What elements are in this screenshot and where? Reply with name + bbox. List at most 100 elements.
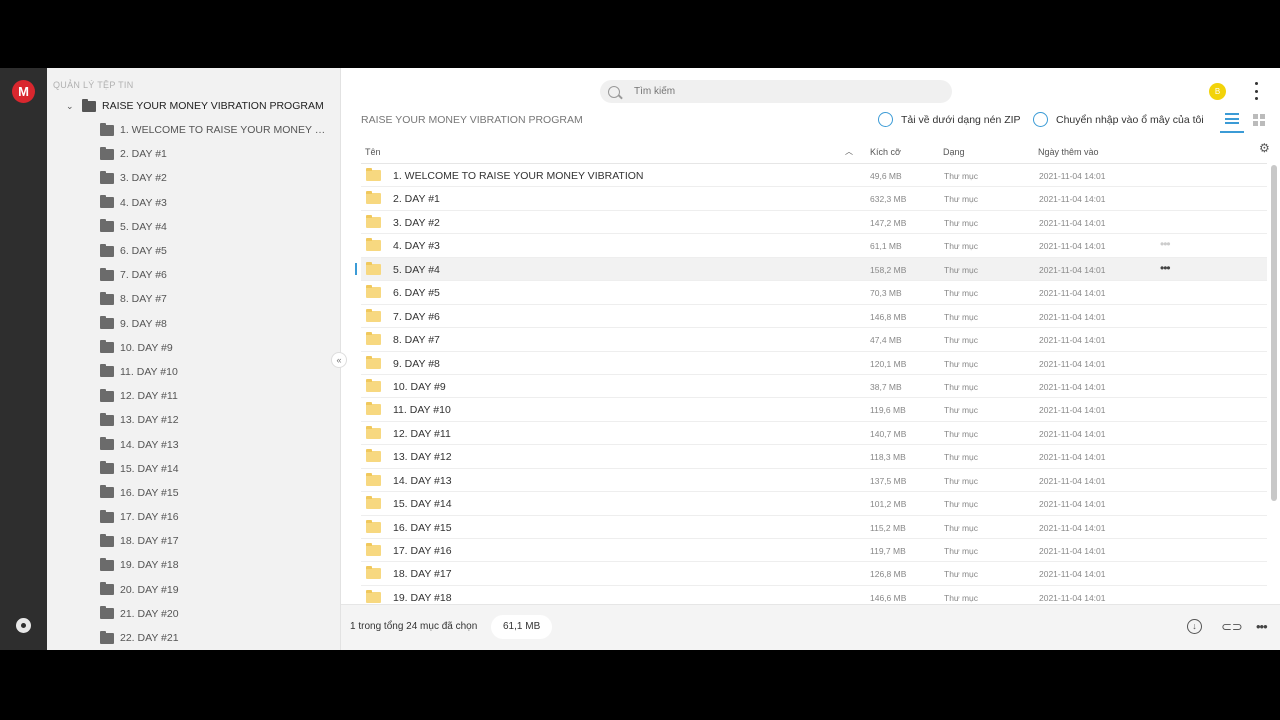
row-date: 2021-11-04 14:01 [1039,194,1106,205]
folder-icon [366,496,381,510]
table-row[interactable]: 3. DAY #2 147,2 MB Thư mục 2021-11-04 14:01 [361,211,1267,235]
row-type: Thư mục [944,358,979,369]
tree-item[interactable]: 9. DAY #8 [47,312,340,336]
folder-icon [366,589,381,603]
row-date: 2021-11-04 14:01 [1039,522,1106,533]
download-zip-button[interactable]: Tải về dưới dạng nén ZIP [878,112,1021,127]
table-row[interactable]: 7. DAY #6 146,8 MB Thư mục 2021-11-04 14:01 [361,305,1267,329]
link-icon[interactable]: ⊂⊃ [1221,619,1243,634]
tree-list: 1. WELCOME TO RAISE YOUR MONEY VIB... 2. … [47,118,340,650]
more-horizontal-icon[interactable]: ••• [1256,619,1271,634]
tree-item[interactable]: 4. DAY #3 [47,191,340,215]
mega-logo-icon[interactable]: M [12,80,35,103]
tree-item[interactable]: 18. DAY #17 [47,529,340,553]
table-row[interactable]: 18. DAY #17 126,8 MB Thư mục 2021-11-04 14:… [361,562,1267,586]
tree-item[interactable]: 3. DAY #2 [47,166,340,190]
row-date: 2021-11-04 14:01 [1039,217,1106,228]
chevron-down-icon[interactable]: ⌄ [66,101,78,112]
table-row[interactable]: 2. DAY #1 632,3 MB Thư mục 2021-11-04 14:01 [361,187,1267,211]
table-row[interactable]: 1. WELCOME TO RAISE YOUR MONEY VIBRATION… [361,164,1267,188]
folder-icon [100,388,114,402]
folder-icon [100,316,114,330]
table-row[interactable]: 9. DAY #8 120,1 MB Thư mục 2021-11-04 14:01 [361,352,1267,375]
tree-item-label: 6. DAY #5 [120,245,167,258]
row-name: 3. DAY #2 [393,216,440,229]
row-size: 38,7 MB [870,381,902,392]
tree-item[interactable]: 15. DAY #14 [47,457,340,481]
transfer-manager-icon[interactable] [16,618,31,633]
search-bar[interactable] [600,80,952,103]
tree-item-label: 5. DAY #4 [120,220,167,233]
tree-item[interactable]: 19. DAY #18 [47,553,340,577]
tree-item[interactable]: 20. DAY #19 [47,578,340,602]
tree-item[interactable]: 1. WELCOME TO RAISE YOUR MONEY VIB... [47,118,340,142]
tree-item-label: 16. DAY #15 [120,486,179,499]
download-icon[interactable]: ↓ [1187,619,1202,634]
tree-item-label: 21. DAY #20 [120,607,179,620]
tree-item[interactable]: 6. DAY #5 [47,239,340,263]
tree-item[interactable]: 10. DAY #9 [47,336,340,360]
search-input[interactable] [634,86,934,97]
table-row[interactable]: 17. DAY #16 119,7 MB Thư mục 2021-11-04 14:… [361,539,1267,563]
row-more-icon[interactable]: ••• [1160,238,1171,250]
folder-icon [100,267,114,281]
table-row[interactable]: 14. DAY #13 137,5 MB Thư mục 2021-11-04 14:… [361,469,1267,493]
tree-item[interactable]: 11. DAY #10 [47,360,340,384]
column-name[interactable]: Tên [365,147,381,157]
row-size: 47,4 MB [870,335,902,346]
row-type: Thư mục [944,405,979,416]
row-name: 16. DAY #15 [393,521,452,534]
table-row[interactable]: 11. DAY #10 119,6 MB Thư mục 2021-11-04 14:… [361,398,1267,422]
download-zip-label: Tải về dưới dạng nén ZIP [901,113,1021,126]
table-row[interactable]: 10. DAY #9 38,7 MB Thư mục 2021-11-04 14:01 [361,375,1267,399]
folder-icon [100,437,114,451]
tree-item-label: 20. DAY #19 [120,583,179,596]
table-row[interactable]: 6. DAY #5 70,3 MB Thư mục 2021-11-04 14:01 [361,281,1267,305]
tree-item-label: 11. DAY #10 [120,365,178,378]
tree-item[interactable]: 21. DAY #20 [47,602,340,626]
table-row[interactable]: 16. DAY #15 115,2 MB Thư mục 2021-11-04 14:… [361,516,1267,539]
sort-up-icon[interactable]: ︿ [845,146,853,157]
tree-item[interactable]: 8. DAY #7 [47,287,340,311]
column-size[interactable]: Kích cỡ [870,147,901,157]
column-type[interactable]: Dạng [943,147,965,157]
tree-item[interactable]: 17. DAY #16 [47,505,340,529]
table-row[interactable]: 5. DAY #4 158,2 MB Thư mục 2021-11-04 14:01… [355,257,1267,282]
table-row[interactable]: 12. DAY #11 140,7 MB Thư mục 2021-11-04 14:… [361,422,1267,446]
folder-icon [100,291,114,305]
import-cloud-button[interactable]: Chuyển nhập vào ổ mây của tôi [1033,112,1204,127]
tree-item[interactable]: 2. DAY #1 [47,142,340,166]
column-date[interactable]: Ngày thêm vào [1038,147,1099,157]
row-size: 118,3 MB [870,452,906,463]
tree-item[interactable]: 5. DAY #4 [47,215,340,239]
more-vertical-icon[interactable] [1254,82,1258,100]
tree-item[interactable]: 14. DAY #13 [47,432,340,456]
tree-item[interactable]: 13. DAY #12 [47,408,340,432]
scrollbar[interactable] [1271,165,1277,501]
tree-root-item[interactable]: ⌄ RAISE YOUR MONEY VIBRATION PROGRAM [47,95,340,117]
table-row[interactable]: 13. DAY #12 118,3 MB Thư mục 2021-11-04 14:… [361,445,1267,469]
row-date: 2021-11-04 14:01 [1039,405,1106,416]
folder-icon [366,543,381,556]
row-type: Thư mục [944,217,979,228]
folder-icon [100,340,114,354]
table-row[interactable]: 8. DAY #7 47,4 MB Thư mục 2021-11-04 14:01 [361,328,1267,352]
row-size: 158,2 MB [870,264,907,275]
table-row[interactable]: 4. DAY #3 61,1 MB Thư mục 2021-11-04 14:01 •… [361,234,1267,258]
row-more-icon[interactable]: ••• [1160,262,1171,274]
row-type: Thư mục [944,381,979,392]
tree-item[interactable]: 7. DAY #6 [47,263,340,287]
tree-item-label: 3. DAY #2 [120,172,167,185]
tree-item[interactable]: 22. DAY #21 [47,626,340,650]
selection-footer: 1 trong tổng 24 mục đã chọn 61,1 MB ↓ ⊂⊃… [341,604,1280,650]
avatar[interactable]: B [1209,83,1226,100]
grid-view-icon[interactable] [1253,114,1265,126]
tree-item-label: 17. DAY #16 [120,511,179,524]
folder-icon [366,214,381,228]
tree-item[interactable]: 12. DAY #11 [47,384,340,408]
tree-item[interactable]: 16. DAY #15 [47,481,340,505]
row-type: Thư mục [944,241,979,252]
list-view-icon[interactable] [1225,113,1239,127]
collapse-sidebar-button[interactable]: « [331,352,347,368]
table-row[interactable]: 15. DAY #14 101,2 MB Thư mục 2021-11-04 14:… [361,492,1267,516]
